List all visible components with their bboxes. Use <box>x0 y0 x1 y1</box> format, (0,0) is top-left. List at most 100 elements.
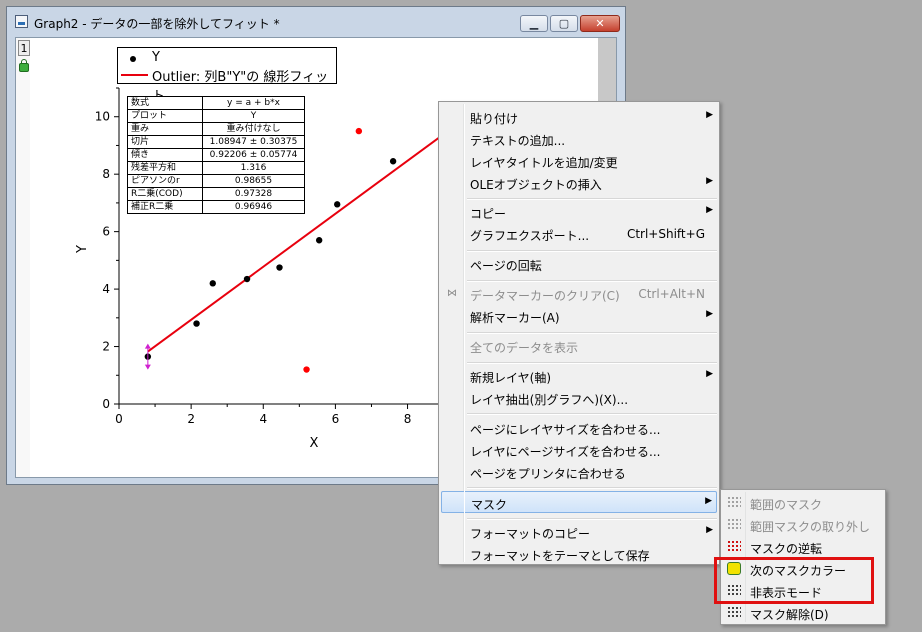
stats-key-cell: 数式 <box>127 96 203 110</box>
stats-value-cell: 0.92206 ± 0.05774 <box>202 148 305 162</box>
submenu-arrow-icon: ▶ <box>706 205 713 215</box>
menu-item-label: レイヤタイトルを追加/変更 <box>470 156 618 170</box>
stats-row: R二乗(COD) 0.97328 <box>127 187 305 201</box>
clear-marker-icon: ⋈ <box>447 288 457 299</box>
stats-value-cell: 0.97328 <box>202 187 305 201</box>
stats-value-cell: Y <box>202 109 305 123</box>
y-tick-label: 0 <box>102 397 110 411</box>
data-point <box>276 264 283 271</box>
stats-row: 傾き 0.92206 ± 0.05774 <box>127 148 305 162</box>
fit-results-table[interactable]: 数式 y = a + b*x プロット Y 重み 重み付けなし 切片 1.08947 ± 0.… <box>127 96 305 214</box>
menu-item[interactable]: ページをプリンタに合わせる <box>441 461 717 483</box>
menu-item[interactable]: レイヤ抽出(別グラフへ)(X)... <box>441 387 717 409</box>
stats-key-cell: 残差平方和 <box>127 161 203 175</box>
menu-item[interactable]: グラフエクスポート... Ctrl+Shift+G <box>441 223 717 245</box>
stats-key-cell: ピアソンのr <box>127 174 203 188</box>
menu-item-label: テキストの追加... <box>470 134 566 148</box>
menu-item-label: コピー <box>470 207 507 221</box>
data-point <box>209 280 216 287</box>
stats-row: プロット Y <box>127 109 305 123</box>
x-axis-label: X <box>310 436 319 451</box>
stats-row: 数式 y = a + b*x <box>127 96 305 110</box>
menu-separator <box>467 362 717 364</box>
unmask-all-icon <box>727 606 741 619</box>
submenu-item[interactable]: 範囲マスクの取り外し <box>723 514 883 536</box>
menu-separator <box>467 413 717 415</box>
submenu-arrow-icon: ▶ <box>706 176 713 186</box>
menu-item-label: フォーマットのコピー <box>470 527 591 541</box>
menu-item-label: ページの回転 <box>470 259 542 273</box>
submenu-arrow-icon: ▶ <box>705 496 712 506</box>
submenu-item-label: 範囲マスクの取り外し <box>750 520 871 534</box>
range-marker-arrow-up <box>144 343 151 349</box>
stats-value-cell: 1.08947 ± 0.30375 <box>202 135 305 149</box>
menu-item[interactable]: ページの回転 <box>441 253 717 275</box>
data-point <box>315 237 323 244</box>
y-axis-label: Y <box>75 245 90 254</box>
data-point <box>193 320 200 327</box>
y-tick-label: 6 <box>102 225 110 239</box>
menu-item-label: グラフエクスポート... <box>470 229 590 243</box>
menu-item[interactable]: 解析マーカー(A) ▶ <box>441 305 717 327</box>
highlight-annotation-box <box>714 557 874 604</box>
menu-item-label: レイヤにページサイズを合わせる... <box>470 445 661 459</box>
stats-value-cell: 重み付けなし <box>202 122 305 136</box>
menu-item[interactable]: 新規レイヤ(軸) ▶ <box>441 365 717 387</box>
menu-item[interactable]: レイヤにページサイズを合わせる... <box>441 439 717 461</box>
menu-separator <box>467 487 717 489</box>
submenu-arrow-icon: ▶ <box>706 525 713 535</box>
stats-value-cell: 1.316 <box>202 161 305 175</box>
stats-key-cell: 切片 <box>127 135 203 149</box>
y-tick-label: 10 <box>95 110 110 124</box>
menu-item-label: ページにレイヤサイズを合わせる... <box>470 423 661 437</box>
submenu-item[interactable]: マスクの逆転 <box>723 536 883 558</box>
legend-line-marker <box>121 74 148 76</box>
menu-item-label: レイヤ抽出(別グラフへ)(X)... <box>470 393 629 407</box>
submenu-item-label: マスク解除(D) <box>750 608 829 622</box>
context-menu[interactable]: 貼り付け ▶ テキストの追加... レイヤタイトルを追加/変更 OLEオブジェクトの挿入… <box>438 101 720 565</box>
menu-item[interactable]: OLEオブジェクトの挿入 ▶ <box>441 172 717 194</box>
menu-item[interactable]: テキストの追加... <box>441 128 717 150</box>
menu-item[interactable]: ⋈ データマーカーのクリア(C) Ctrl+Alt+N <box>441 283 717 305</box>
stats-key-cell: R二乗(COD) <box>127 187 203 201</box>
menu-item[interactable]: レイヤタイトルを追加/変更 <box>441 150 717 172</box>
legend[interactable]: Y Outlier: 列B"Y"の 線形フィット <box>117 47 337 104</box>
menu-item[interactable]: フォーマットのコピー ▶ <box>441 521 717 543</box>
legend-point-marker <box>130 56 136 62</box>
menu-item-label: マスク <box>471 498 508 512</box>
mask-range-icon <box>727 496 741 509</box>
menu-item-label: フォーマットをテーマとして保存 <box>470 549 650 563</box>
range-marker-arrow-down <box>144 364 151 370</box>
menu-item-label: 貼り付け <box>470 112 519 126</box>
stats-row: ピアソンのr 0.98655 <box>127 174 305 188</box>
legend-y-label: Y <box>152 50 160 65</box>
stats-value-cell: 0.96946 <box>202 200 305 214</box>
stats-row: 残差平方和 1.316 <box>127 161 305 175</box>
menu-item-shortcut: Ctrl+Alt+N <box>638 287 705 301</box>
menu-item-shortcut: Ctrl+Shift+G <box>626 227 705 241</box>
swap-mask-icon <box>727 540 741 553</box>
menu-item[interactable]: 全てのデータを表示 <box>441 335 717 357</box>
x-tick-label: 8 <box>404 412 412 426</box>
submenu-item[interactable]: 範囲のマスク <box>723 492 883 514</box>
data-point <box>389 158 397 165</box>
y-tick-label: 4 <box>102 282 110 296</box>
menu-item-label: ページをプリンタに合わせる <box>470 467 626 481</box>
menu-item-label: OLEオブジェクトの挿入 <box>470 178 602 192</box>
submenu-arrow-icon: ▶ <box>706 369 713 379</box>
submenu-item[interactable]: マスク解除(D) <box>723 602 883 624</box>
menu-item[interactable]: ページにレイヤサイズを合わせる... <box>441 417 717 439</box>
y-tick-label: 2 <box>102 340 110 354</box>
menu-item[interactable]: 貼り付け ▶ <box>441 106 717 128</box>
stats-value-cell: y = a + b*x <box>202 96 305 110</box>
menu-item[interactable]: マスク ▶ <box>441 491 717 513</box>
menu-item[interactable]: コピー ▶ <box>441 201 717 223</box>
menu-item[interactable]: フォーマットをテーマとして保存 <box>441 543 717 565</box>
stats-key-cell: 補正R二乗 <box>127 200 203 214</box>
stats-key-cell: プロット <box>127 109 203 123</box>
data-point <box>334 201 341 208</box>
masked-data-point <box>355 127 363 135</box>
stats-key-cell: 重み <box>127 122 203 136</box>
stats-key-cell: 傾き <box>127 148 203 162</box>
stats-row: 補正R二乗 0.96946 <box>127 200 305 214</box>
